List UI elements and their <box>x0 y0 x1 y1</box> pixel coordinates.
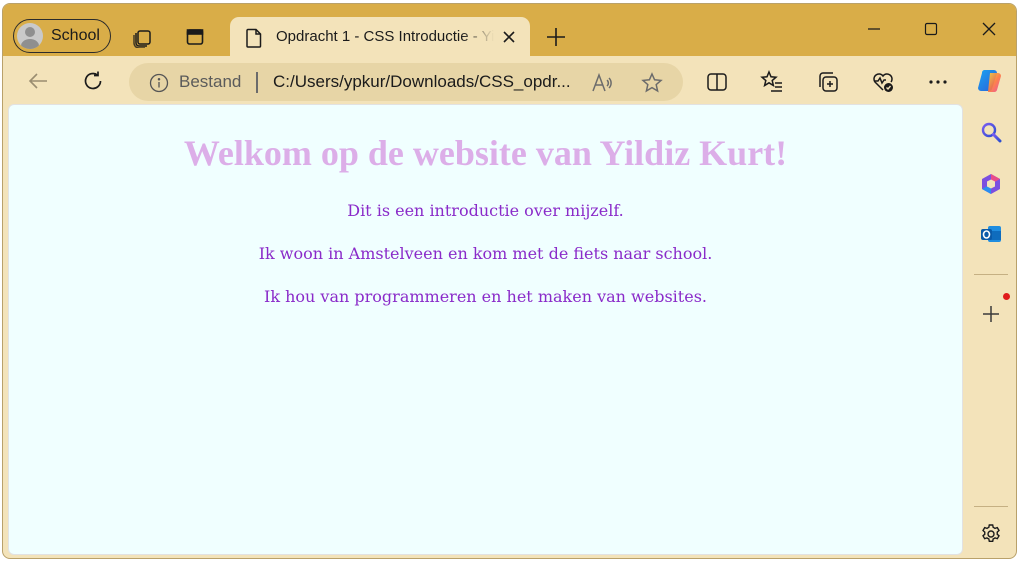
sidebar-divider <box>974 506 1008 507</box>
edge-sidebar <box>964 104 1016 558</box>
split-screen-icon[interactable] <box>705 70 729 94</box>
minimize-button[interactable] <box>851 16 897 42</box>
read-aloud-icon[interactable] <box>591 72 613 99</box>
avatar <box>17 23 43 49</box>
outlook-icon[interactable] <box>979 222 1003 246</box>
url-text[interactable]: C:/Users/ypkur/Downloads/CSS_opdr... <box>273 72 575 92</box>
page-heading: Welkom op de website van Yildiz Kurt! <box>183 133 788 173</box>
address-bar[interactable]: Bestand C:/Users/ypkur/Downloads/CSS_opd… <box>129 63 683 101</box>
address-separator <box>256 72 258 93</box>
copilot-icon[interactable] <box>976 66 1006 96</box>
favorites-icon[interactable] <box>760 70 784 94</box>
web-page-content: Welkom op de website van Yildiz Kurt! Di… <box>8 104 963 555</box>
hobby-paragraph: Ik hou van programmeren en het maken van… <box>264 287 707 306</box>
workspaces-icon[interactable] <box>131 26 153 48</box>
location-paragraph: Ik woon in Amstelveen en kom met de fiet… <box>258 244 713 263</box>
maximize-button[interactable] <box>908 16 954 42</box>
notification-dot <box>1003 293 1010 300</box>
back-arrow-icon[interactable] <box>25 68 51 94</box>
close-tab-icon[interactable] <box>501 29 517 50</box>
page-icon <box>246 28 262 53</box>
info-icon[interactable] <box>149 73 169 98</box>
tab-title: Opdracht 1 - CSS Introductie - Yildiz Ku… <box>276 28 494 45</box>
close-window-button[interactable] <box>966 16 1012 42</box>
search-icon[interactable] <box>979 120 1003 144</box>
heart-icon[interactable] <box>871 70 895 94</box>
profile-button[interactable]: School <box>13 19 111 53</box>
browser-window: School Opdracht 1 - CSS Introductie - Y … <box>2 3 1017 559</box>
star-icon[interactable] <box>641 72 663 99</box>
collections-icon[interactable] <box>816 70 840 94</box>
scheme-label: Bestand <box>179 72 242 91</box>
tab-active[interactable]: Opdracht 1 - CSS Introductie - Yildiz Ku… <box>230 17 530 57</box>
refresh-icon[interactable] <box>80 68 106 94</box>
microsoft-365-icon[interactable] <box>979 172 1003 196</box>
toolbar: Bestand C:/Users/ypkur/Downloads/CSS_opd… <box>3 56 1016 104</box>
more-icon[interactable] <box>926 70 950 94</box>
tab-actions-icon[interactable] <box>184 26 206 48</box>
intro-paragraph: Dit is een introductie over mijzelf. <box>347 201 624 220</box>
sidebar-divider <box>974 274 1008 275</box>
add-sidebar-app-icon[interactable] <box>979 302 1003 326</box>
gear-icon[interactable] <box>979 522 1003 546</box>
profile-label: School <box>51 27 100 44</box>
new-tab-button[interactable] <box>544 25 568 54</box>
title-bar: School Opdracht 1 - CSS Introductie - Y <box>3 4 1016 57</box>
